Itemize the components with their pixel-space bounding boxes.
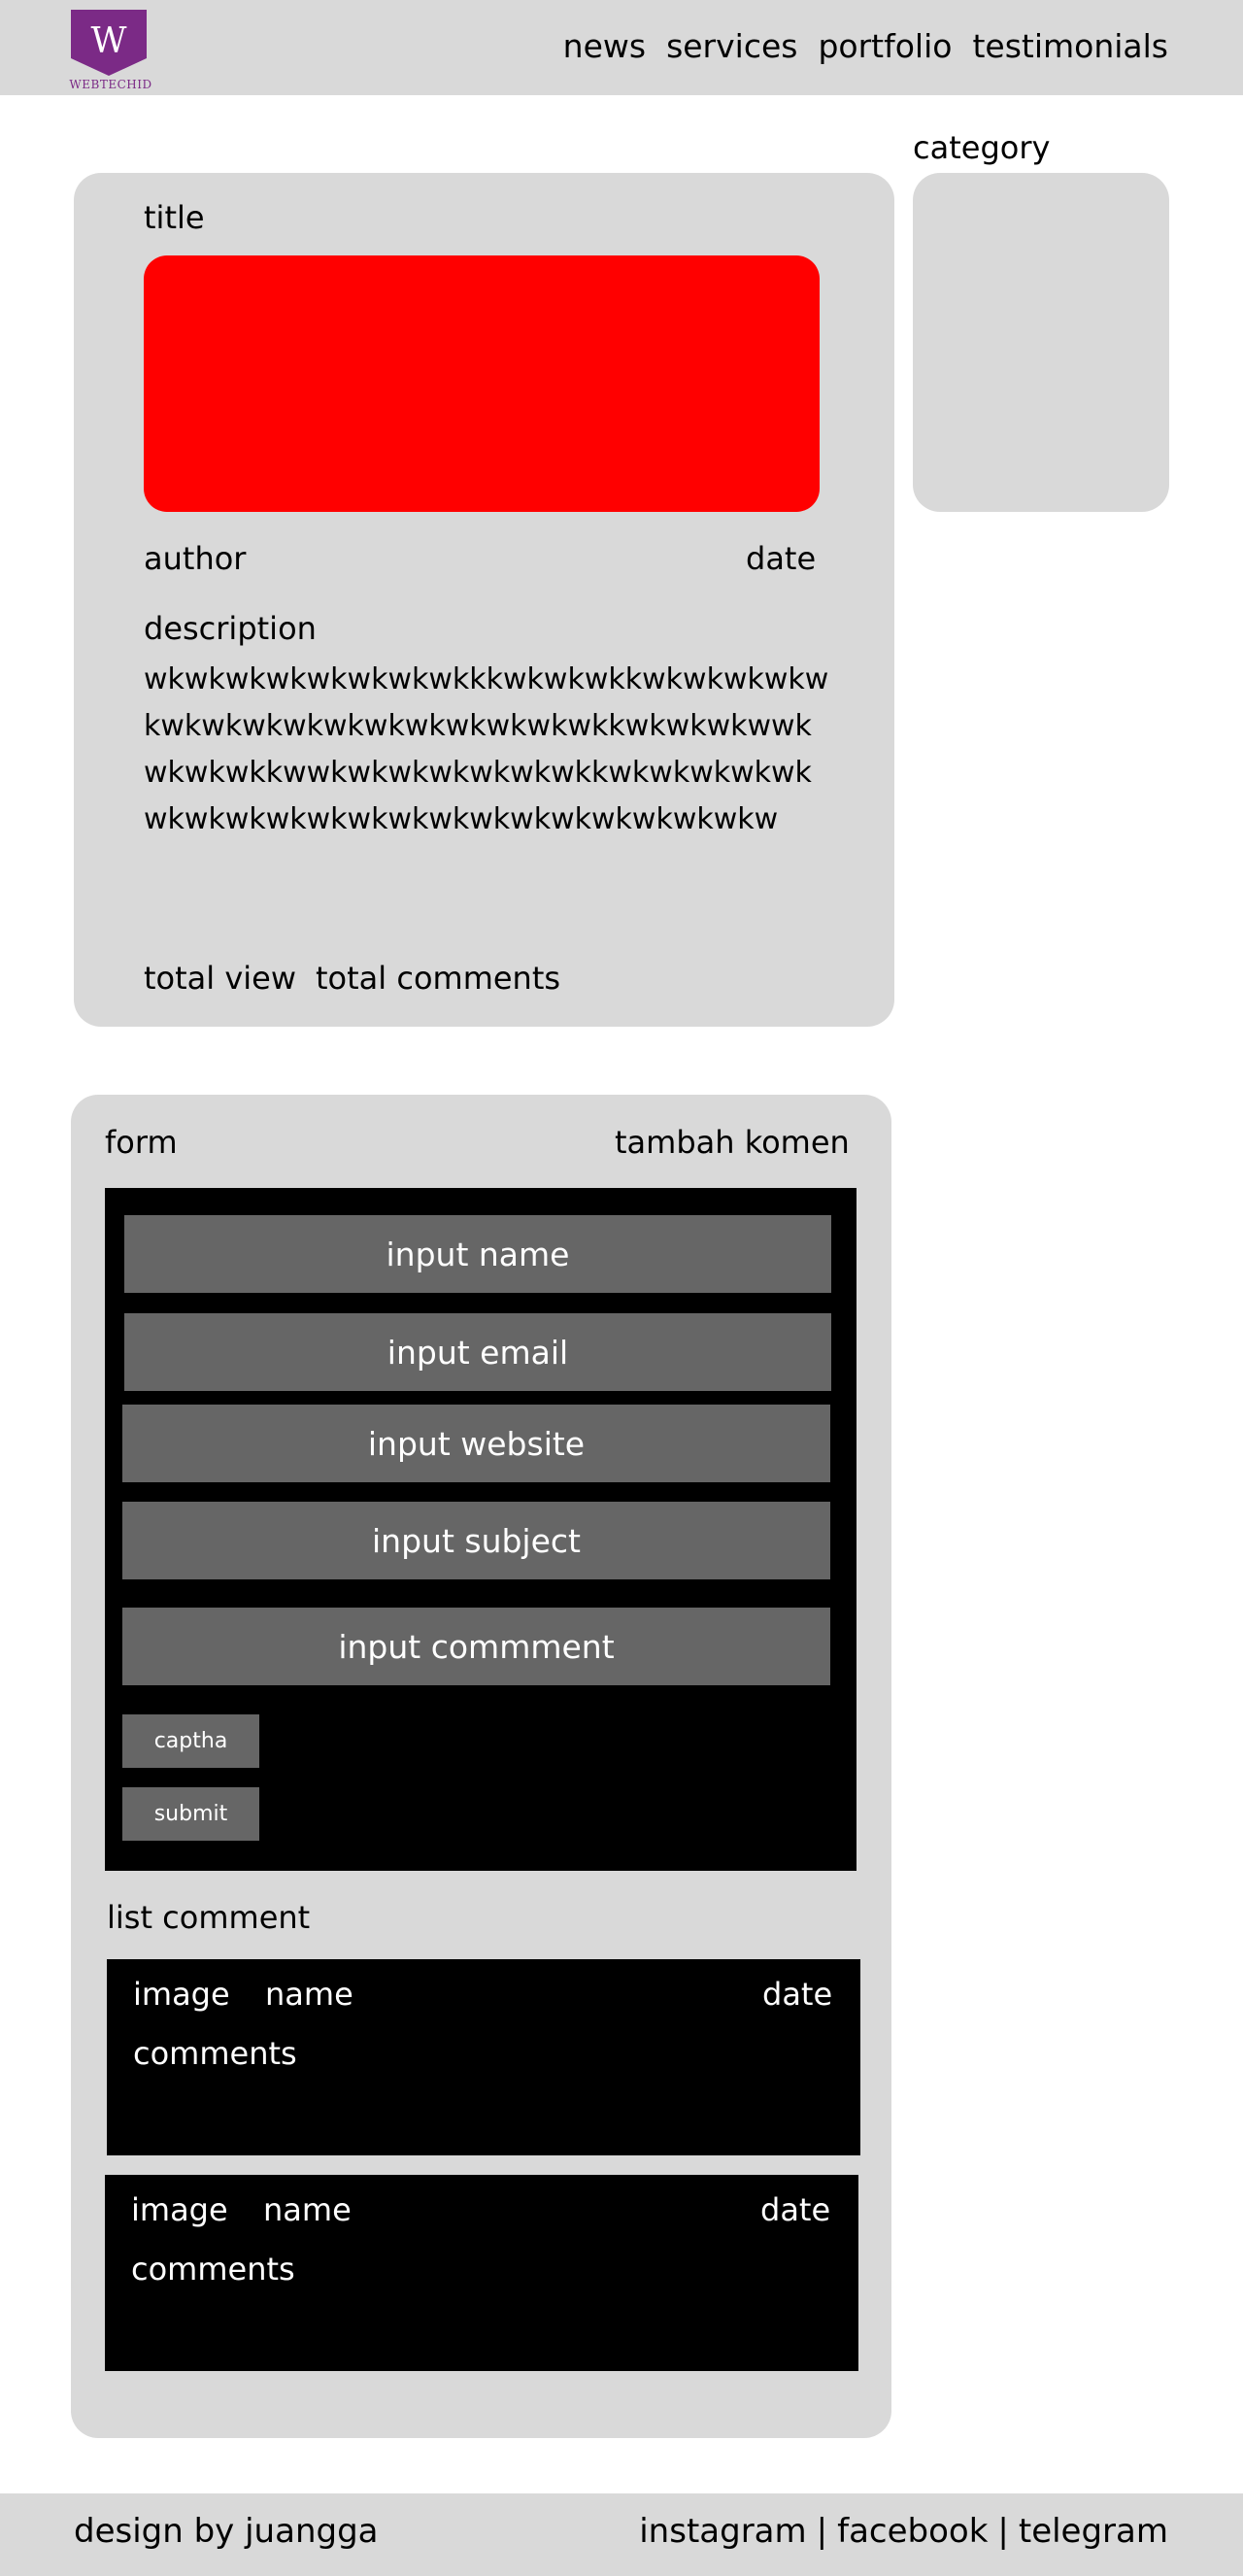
nav-testimonials[interactable]: testimonials: [972, 27, 1168, 65]
facebook-link[interactable]: facebook: [837, 2512, 988, 2551]
comment-name: name: [265, 1976, 353, 2013]
comment-textarea[interactable]: input commment: [122, 1608, 830, 1685]
instagram-link[interactable]: instagram: [639, 2512, 806, 2551]
comment-item: image name date comments: [107, 1959, 860, 2155]
add-comment-link[interactable]: tambah komen: [615, 1124, 850, 1161]
submit-button[interactable]: submit: [122, 1787, 259, 1841]
category-box: [913, 173, 1169, 512]
brand-name: WEBTECHID: [69, 78, 152, 91]
email-input[interactable]: input email: [124, 1313, 831, 1391]
comment-date: date: [760, 2191, 831, 2228]
telegram-link[interactable]: telegram: [1019, 2512, 1168, 2551]
category-heading: category: [913, 129, 1051, 166]
total-comments: total comments: [316, 960, 561, 997]
comment-image: image: [131, 2191, 228, 2228]
description-label: description: [144, 610, 317, 647]
article-hero-image: [144, 255, 820, 512]
nav-services[interactable]: services: [666, 27, 797, 65]
form-title: form: [105, 1124, 178, 1161]
nav-news[interactable]: news: [563, 27, 646, 65]
link-separator: |: [816, 2512, 828, 2551]
logo-letter: W: [90, 21, 126, 61]
nav-portfolio[interactable]: portfolio: [818, 27, 952, 65]
main-nav: news services portfolio testimonials: [563, 27, 1168, 65]
comment-item: image name date comments: [105, 2175, 858, 2371]
article-title: title: [144, 199, 205, 236]
comment-date: date: [762, 1976, 833, 2013]
footer-credit: design by juangga: [74, 2512, 379, 2551]
article-description: wkwkwkwkwkwkwkwkkkwkwkwkkwkwkwkwkwkwkwkw…: [144, 662, 829, 836]
article-date: date: [746, 540, 817, 577]
captcha-button[interactable]: captha: [122, 1714, 259, 1768]
subject-input[interactable]: input subject: [122, 1502, 830, 1579]
comment-text: comments: [131, 2251, 295, 2288]
total-view: total view: [144, 960, 297, 997]
comment-list-title: list comment: [107, 1899, 311, 1936]
comment-image: image: [133, 1976, 230, 2013]
link-separator: |: [997, 2512, 1009, 2551]
comment-name: name: [263, 2191, 352, 2228]
social-links: instagram | facebook | telegram: [639, 2512, 1168, 2551]
article-author: author: [144, 540, 247, 577]
comment-text: comments: [133, 2035, 297, 2072]
name-input[interactable]: input name: [124, 1215, 831, 1293]
website-input[interactable]: input website: [122, 1405, 830, 1482]
